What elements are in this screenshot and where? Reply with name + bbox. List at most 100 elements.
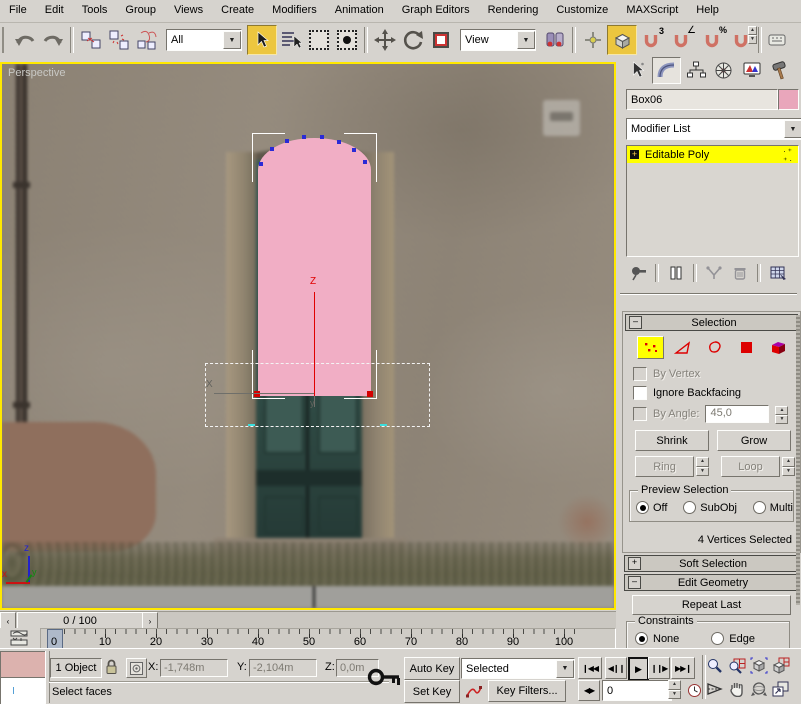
- key-filters-button[interactable]: Key Filters...: [488, 680, 566, 702]
- dropdown-arrow-icon[interactable]: ▼: [784, 120, 801, 138]
- redo-icon[interactable]: [39, 26, 67, 54]
- loop-spinner[interactable]: ▲▼: [782, 457, 795, 476]
- viewport-label[interactable]: Perspective: [8, 67, 65, 79]
- set-keys-key-icon[interactable]: [366, 657, 402, 697]
- select-and-scale-button[interactable]: [427, 26, 455, 54]
- frame-spinner[interactable]: ▲▼: [668, 680, 681, 699]
- next-frame-button[interactable]: ❙❙▶: [648, 657, 670, 679]
- menu-group[interactable]: Group: [116, 0, 165, 21]
- menu-file[interactable]: File: [0, 0, 36, 21]
- menu-views[interactable]: Views: [165, 0, 212, 21]
- pan-view-icon[interactable]: [726, 678, 747, 699]
- x-coord-field[interactable]: -1,748m: [160, 659, 228, 677]
- vertex-handle[interactable]: [337, 140, 341, 144]
- auto-key-button[interactable]: Auto Key: [404, 657, 460, 680]
- toolbar-grip[interactable]: [2, 27, 8, 53]
- zoom-icon[interactable]: [704, 655, 725, 676]
- menu-graph-editors[interactable]: Graph Editors: [393, 0, 479, 21]
- named-selection-set-dropdown[interactable]: Selected ▼: [461, 658, 575, 679]
- track-bar-ruler[interactable]: 0 10 20 30 40 50 60 70 80 90 100: [40, 628, 616, 650]
- selection-rollout-header[interactable]: – Selection: [625, 314, 798, 331]
- rectangular-selection-region-button[interactable]: [305, 26, 333, 54]
- go-to-start-button[interactable]: ❙◀◀: [578, 657, 602, 679]
- tab-utilities[interactable]: [766, 58, 793, 83]
- arc-rotate-icon[interactable]: [748, 678, 769, 699]
- selection-lock-icon[interactable]: [104, 658, 119, 676]
- maximize-viewport-toggle[interactable]: [770, 678, 791, 699]
- grow-button[interactable]: Grow: [717, 430, 791, 451]
- preview-off-radio[interactable]: [636, 501, 649, 514]
- select-and-link-icon[interactable]: [77, 26, 105, 54]
- loop-button[interactable]: Loop: [721, 456, 780, 477]
- y-coord-field[interactable]: -2,104m: [249, 659, 317, 677]
- angle-snap-toggle[interactable]: ∠: [665, 26, 697, 54]
- snaps-toggle-button[interactable]: [607, 25, 637, 55]
- menu-modifiers[interactable]: Modifiers: [263, 0, 326, 21]
- element-subobject-button[interactable]: [765, 336, 792, 359]
- keyboard-shortcut-override-toggle[interactable]: [765, 26, 789, 54]
- preview-subobj-radio[interactable]: [683, 501, 696, 514]
- soft-selection-rollout-header[interactable]: + Soft Selection: [624, 555, 797, 572]
- open-mini-curve-editor-icon[interactable]: [6, 628, 34, 648]
- set-key-button[interactable]: Set Key: [404, 680, 460, 703]
- menu-edit[interactable]: Edit: [36, 0, 73, 21]
- menu-animation[interactable]: Animation: [326, 0, 393, 21]
- select-and-manipulate-button[interactable]: [579, 26, 607, 54]
- zoom-extents-all-icon[interactable]: [770, 655, 791, 676]
- select-and-rotate-button[interactable]: [399, 26, 427, 54]
- window-crossing-toggle[interactable]: [333, 26, 361, 54]
- edge-subobject-button[interactable]: [669, 336, 696, 359]
- bind-to-space-warp-icon[interactable]: [133, 26, 161, 54]
- tab-create[interactable]: [624, 58, 651, 83]
- constraint-none-radio[interactable]: [635, 632, 648, 645]
- vertex-handle[interactable]: [302, 135, 306, 139]
- zoom-all-icon[interactable]: [726, 655, 747, 676]
- perspective-viewport[interactable]: Perspective Z X y z: [0, 62, 616, 610]
- constraint-edge-radio[interactable]: [711, 632, 724, 645]
- select-by-name-button[interactable]: [277, 26, 305, 54]
- stack-expand-icon[interactable]: +: [630, 150, 639, 159]
- undo-icon[interactable]: [11, 26, 39, 54]
- make-unique-icon[interactable]: [702, 262, 726, 284]
- configure-modifier-sets-icon[interactable]: [766, 262, 792, 284]
- field-of-view-icon[interactable]: [704, 678, 725, 699]
- menu-help[interactable]: Help: [687, 0, 728, 21]
- border-subobject-button[interactable]: [701, 336, 728, 359]
- tab-hierarchy[interactable]: [682, 58, 709, 83]
- dropdown-arrow-icon[interactable]: ▼: [517, 31, 535, 49]
- modifier-list-dropdown[interactable]: Modifier List ▼: [626, 118, 801, 140]
- listener-line[interactable]: [0, 677, 46, 704]
- ring-spinner[interactable]: ▲▼: [696, 457, 709, 476]
- time-configuration-button[interactable]: [684, 680, 704, 701]
- tab-modify[interactable]: [652, 57, 681, 84]
- vertex-subobject-button[interactable]: [637, 336, 664, 359]
- ignore-backfacing-checkbox[interactable]: [633, 386, 647, 400]
- polygon-subobject-button[interactable]: [733, 336, 760, 359]
- percent-snap-toggle[interactable]: %: [697, 26, 727, 54]
- by-angle-field[interactable]: 45,0: [705, 405, 769, 423]
- previous-frame-button[interactable]: ◀❙❙: [605, 657, 627, 679]
- menu-maxscript[interactable]: MAXScript: [617, 0, 687, 21]
- current-frame-field[interactable]: 0: [602, 680, 672, 701]
- by-angle-checkbox[interactable]: [633, 407, 647, 421]
- by-angle-spinner[interactable]: ▲▼: [775, 406, 788, 423]
- pin-stack-icon[interactable]: [626, 262, 650, 284]
- tab-motion[interactable]: [710, 58, 737, 83]
- collapse-icon[interactable]: –: [629, 316, 642, 329]
- menu-customize[interactable]: Customize: [547, 0, 617, 21]
- unlink-selection-icon[interactable]: [105, 26, 133, 54]
- mirror-button[interactable]: [541, 26, 569, 54]
- zoom-extents-icon[interactable]: [748, 655, 769, 676]
- modifier-stack-list[interactable]: + Editable Poly ·⁺⁺·: [626, 145, 799, 257]
- default-tangents-button[interactable]: [461, 680, 487, 702]
- remove-modifier-icon[interactable]: [728, 262, 752, 284]
- show-end-result-icon[interactable]: [664, 262, 688, 284]
- object-name-field[interactable]: Box06: [626, 89, 778, 110]
- collapse-icon[interactable]: –: [628, 576, 641, 589]
- panel-right-scrollbar[interactable]: [796, 315, 800, 605]
- menu-create[interactable]: Create: [212, 0, 263, 21]
- reference-coordinate-dropdown[interactable]: View ▼: [460, 29, 536, 51]
- stack-item-editable-poly[interactable]: + Editable Poly ·⁺⁺·: [627, 146, 798, 163]
- macro-recorder-line[interactable]: [0, 651, 46, 679]
- dropdown-arrow-icon[interactable]: ▼: [556, 660, 574, 678]
